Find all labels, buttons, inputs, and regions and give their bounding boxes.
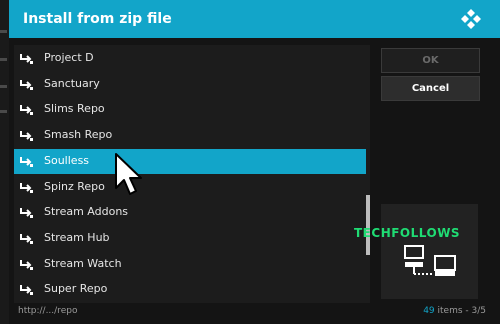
list-item[interactable]: Slims Repo: [14, 97, 366, 122]
list-item-label: Soulless: [44, 153, 90, 167]
cancel-button[interactable]: Cancel: [381, 76, 480, 101]
list-item-label: Project D: [44, 51, 94, 64]
folder-return-icon: [20, 131, 33, 142]
list-item[interactable]: Soulless: [14, 148, 366, 174]
file-list[interactable]: Project D Sanctuary Slims Repo Smash Repo So…: [14, 45, 366, 303]
list-item-label: Slims Repo: [44, 102, 105, 116]
item-count: 49 items - 3/5: [423, 306, 486, 316]
folder-return-icon: [20, 259, 33, 270]
background-bar: [0, 30, 7, 33]
dialog-title: Install from zip file: [23, 11, 172, 27]
background-strip: [0, 0, 9, 324]
list-item[interactable]: Stream Addons: [14, 200, 366, 225]
list-item-label: Sanctuary: [44, 76, 100, 90]
folder-return-icon: [20, 156, 33, 167]
background-bar: [0, 85, 7, 88]
folder-return-icon: [20, 208, 33, 219]
scrollbar-thumb[interactable]: [366, 195, 370, 255]
background-bar: [0, 110, 7, 113]
list-item[interactable]: Sanctuary: [14, 72, 366, 97]
kodi-logo-icon: [461, 9, 481, 29]
preview-panel: [381, 204, 478, 299]
list-item-label: Super Repo: [44, 282, 108, 296]
folder-return-icon: [20, 285, 33, 296]
list-item-label: Stream Watch: [44, 256, 122, 270]
list-item[interactable]: Project D: [14, 46, 366, 71]
dialog-titlebar: Install from zip file: [9, 0, 500, 38]
list-item-label: Smash Repo: [44, 128, 113, 142]
item-count-number: 49: [423, 306, 435, 316]
list-item-label: Stream Addons: [44, 205, 129, 219]
folder-return-icon: [20, 105, 33, 116]
watermark-text: TECHFOLLOWS: [354, 226, 461, 240]
list-scrollbar[interactable]: [366, 45, 370, 303]
mouse-pointer-icon: [115, 153, 142, 195]
list-item-label: Spinz Repo: [44, 179, 105, 193]
list-item[interactable]: Stream Watch: [14, 252, 366, 277]
ok-button[interactable]: OK: [381, 48, 480, 73]
folder-return-icon: [20, 54, 33, 64]
install-from-zip-dialog: Install from zip file Project D Sanctuary…: [9, 0, 500, 324]
list-item[interactable]: Stream Hub: [14, 226, 366, 251]
list-item[interactable]: Smash Repo: [14, 123, 366, 148]
list-item[interactable]: Super Repo: [14, 277, 366, 302]
current-path: http://.../repo: [18, 306, 78, 316]
item-count-page: items - 3/5: [434, 306, 486, 316]
network-drive-icon: [404, 245, 456, 276]
list-item[interactable]: Spinz Repo: [14, 175, 366, 200]
background-bar: [0, 58, 7, 61]
folder-return-icon: [20, 79, 33, 90]
list-item-label: Stream Hub: [44, 230, 110, 244]
folder-return-icon: [20, 233, 33, 244]
folder-return-icon: [20, 182, 33, 193]
